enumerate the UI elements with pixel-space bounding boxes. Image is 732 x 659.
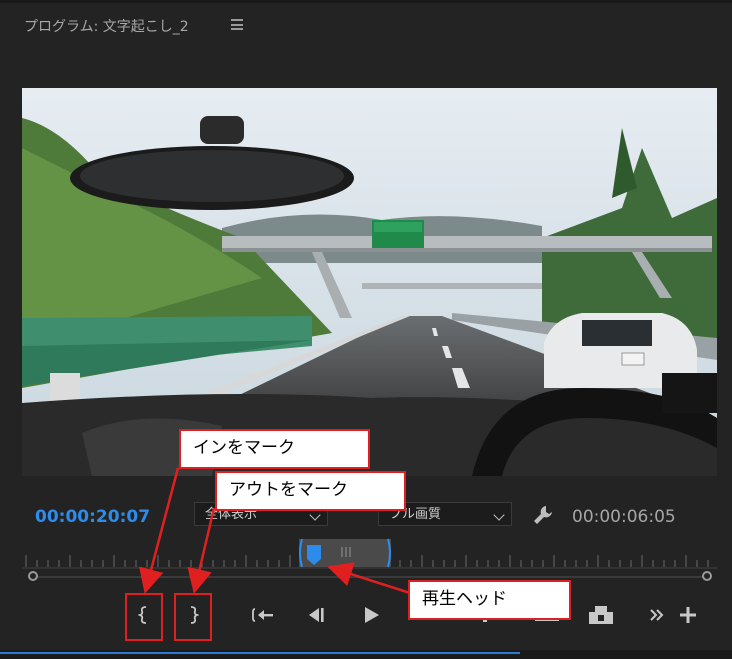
- duration-timecode: 00:00:06:05: [572, 507, 676, 527]
- mark-out-highlight: [174, 593, 212, 641]
- mark-out-callout: アウトをマーク: [215, 471, 406, 511]
- export-frame-button[interactable]: [586, 601, 616, 629]
- double-chevron-right-icon: [650, 609, 664, 621]
- step-back-button[interactable]: [303, 601, 331, 629]
- hamburger-menu-icon[interactable]: [231, 19, 243, 30]
- wrench-icon[interactable]: [532, 504, 554, 526]
- more-controls-button[interactable]: [646, 601, 668, 629]
- play-icon: [365, 607, 379, 623]
- program-monitor-panel: プログラム: 文字起こし_2 00:00:20:07 全体表示 フル画質 00:…: [0, 0, 732, 659]
- panel-bottom-bar: [0, 650, 732, 659]
- panel-title[interactable]: プログラム: 文字起こし_2: [24, 16, 189, 36]
- zoom-handle-right[interactable]: [702, 571, 712, 581]
- playhead-callout: 再生ヘッド: [408, 580, 571, 620]
- zoom-handle-left[interactable]: [28, 571, 38, 581]
- button-editor-button[interactable]: [676, 601, 700, 629]
- step-back-icon: [309, 608, 324, 622]
- panel-top-border: [0, 0, 732, 3]
- time-ruler[interactable]: [22, 535, 717, 575]
- playhead-timecode[interactable]: 00:00:20:07: [35, 507, 150, 527]
- mark-in-highlight: [125, 593, 163, 641]
- zoom-scroll-bar[interactable]: [28, 571, 712, 582]
- play-button[interactable]: [357, 601, 385, 629]
- video-preview[interactable]: [22, 88, 717, 476]
- go-to-in-button[interactable]: [248, 601, 278, 629]
- camera-icon: [589, 606, 613, 624]
- chevron-down-icon: [493, 509, 505, 521]
- chevron-down-icon: [309, 509, 321, 521]
- zoom-scroll-track: [32, 576, 708, 578]
- mark-in-callout: インをマーク: [179, 429, 370, 469]
- panel-focus-indicator: [0, 652, 520, 654]
- go-to-in-icon: [252, 608, 273, 622]
- plus-icon: [680, 607, 696, 623]
